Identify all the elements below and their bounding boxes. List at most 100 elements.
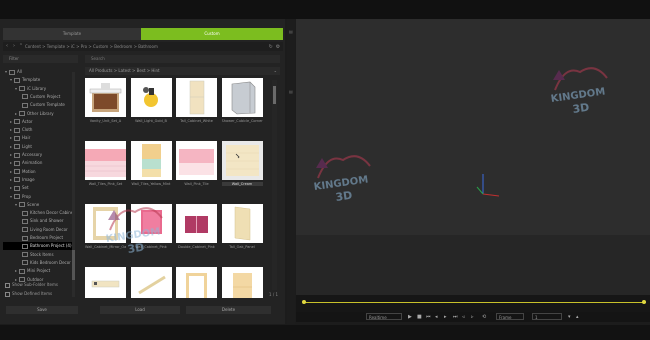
grid-scrollbar-thumb[interactable] (273, 86, 276, 104)
chevron-right-icon[interactable]: ▸ (10, 119, 12, 124)
tree-item[interactable]: ▾ Template (3, 76, 73, 84)
library-item[interactable]: Oak_Rail (130, 267, 172, 298)
tree-item[interactable]: Living Room Decor (3, 226, 73, 234)
tree-item[interactable]: Custom Project (3, 93, 73, 101)
chevron-down-icon[interactable]: ▾ (10, 77, 12, 82)
chevron-down-icon[interactable]: ▾ (15, 86, 17, 91)
tree-item[interactable]: ▸ Cloth (3, 126, 73, 134)
frame-dropdown[interactable]: Frame (496, 313, 524, 320)
chevron-down-icon[interactable]: ▾ (15, 202, 17, 207)
tree-item[interactable]: ▸ Animation (3, 159, 73, 167)
chevron-right-icon[interactable]: ▸ (10, 135, 12, 140)
sort-dropdown[interactable]: All Products > Latest > Best > Hint ⌄ (85, 67, 280, 75)
delete-button[interactable]: Delete (186, 306, 271, 314)
tree-item[interactable]: ▸ Light (3, 143, 73, 151)
option-show-subfolder[interactable]: Show Sub-Folder Items (5, 281, 58, 288)
tree-item[interactable]: Kids Bedroom Decor (3, 259, 73, 267)
next-frame-icon[interactable]: ▹ (471, 313, 474, 321)
tree-item[interactable]: ▸ Motion (3, 168, 73, 176)
tree-scrollbar-thumb[interactable] (72, 250, 75, 280)
tree-item[interactable]: Stock Items (3, 251, 73, 259)
tree-item-label: Custom Project (30, 93, 61, 99)
library-item[interactable]: Oak_Frame_B (176, 267, 217, 298)
chevron-right-icon[interactable]: ▸ (10, 169, 12, 174)
play-icon[interactable]: ▶ (408, 313, 412, 321)
tree-item[interactable]: ▾ iC Library (3, 85, 73, 93)
tree-item[interactable]: ▸ Image (3, 176, 73, 184)
stop-icon[interactable]: ■ (417, 313, 422, 321)
folder-icon (22, 227, 28, 233)
prev-key-icon[interactable]: ◂ (435, 313, 438, 321)
tree-item[interactable]: ▾ Prop (3, 193, 73, 201)
prev-frame-icon[interactable]: ◃ (462, 313, 465, 321)
tree-item[interactable]: ▸ Mini Project (3, 267, 73, 275)
tree-item[interactable]: Bathroom Project (4) (3, 242, 73, 251)
save-button[interactable]: Save (6, 306, 78, 314)
library-item[interactable]: Vanity_Unit_Set_A (85, 78, 126, 126)
tab-custom[interactable]: Custom (141, 28, 283, 40)
chevron-down-icon[interactable]: ▾ (5, 69, 7, 74)
library-item[interactable]: Oak_Shelf_A (85, 267, 126, 298)
option-show-defined[interactable]: Show Defined Items (5, 290, 52, 297)
tree-item[interactable]: ▸ Accessory (3, 151, 73, 159)
tree-item[interactable]: Kitchen Decor Cabinet (3, 209, 75, 217)
chevron-right-icon[interactable]: ▸ (10, 160, 12, 165)
settings-icon[interactable]: ⚙ (275, 44, 281, 50)
side-dock-tab[interactable]: ▤ ▤ (287, 19, 295, 324)
library-search-input[interactable]: Search (85, 55, 280, 63)
chevron-right-icon[interactable]: ▸ (15, 268, 17, 273)
tree-item[interactable]: Sink and Shower (3, 217, 73, 225)
tree-item[interactable]: ▸ Hair (3, 134, 73, 142)
folder-icon (14, 152, 21, 158)
load-button[interactable]: Load (100, 306, 180, 314)
loop-icon[interactable]: ⟲ (482, 313, 486, 321)
speed-dropdown[interactable]: Realtime (366, 313, 402, 320)
tree-item[interactable]: ▾ All (3, 68, 73, 76)
item-thumbnail (176, 78, 217, 117)
timeline-end-marker[interactable] (642, 300, 646, 304)
tree-item[interactable]: Bedroom Project (3, 234, 73, 242)
tab-template[interactable]: Template (3, 28, 141, 40)
spin-down-icon[interactable]: ▾ (568, 313, 571, 321)
tree-item[interactable]: ▸ Actor (3, 118, 73, 126)
library-item[interactable]: Shower_Cubicle_Corner (221, 78, 263, 126)
breadcrumb-path[interactable]: Content > Template > iC > Pro > Custom >… (25, 44, 158, 49)
first-frame-icon[interactable]: ⏮ (426, 313, 431, 321)
library-item[interactable]: Wall_Tiles_Pink_Set (85, 141, 126, 189)
grid-scrollbar[interactable] (272, 80, 277, 290)
timeline-start-marker[interactable] (302, 300, 306, 304)
tree-item[interactable]: ▸ Set (3, 184, 73, 192)
library-item[interactable]: Wall_Tiles_Yellow_Mint (130, 141, 172, 189)
item-label: Vanity_Unit_Set_A (89, 119, 122, 123)
tree-item[interactable]: ▸ Other Library (3, 110, 73, 118)
library-item[interactable]: Double_Cabinet_Pink (176, 204, 217, 252)
chevron-right-icon[interactable]: ▸ (15, 111, 17, 116)
chevron-right-icon[interactable]: ▸ (10, 152, 12, 157)
next-key-icon[interactable]: ▸ (444, 313, 447, 321)
tree-filter-dropdown[interactable]: Filter (3, 55, 78, 63)
frame-input[interactable]: 1 (532, 313, 562, 320)
chevron-right-icon[interactable]: ▸ (10, 185, 12, 190)
chevron-down-icon[interactable]: ▾ (10, 194, 12, 199)
library-item[interactable]: Wall_Cream (221, 141, 263, 189)
library-item[interactable]: Wall_Light_Gold_B (130, 78, 172, 126)
timeline[interactable] (296, 295, 650, 312)
panel-buttons: Save Load Delete (0, 304, 285, 316)
library-item[interactable]: Tall_Cabinet_White (176, 78, 217, 126)
folder-tree: ▾ All ▾ Template ▾ iC Library Custom Project … (3, 68, 78, 302)
spin-up-icon[interactable]: ▴ (576, 313, 579, 321)
library-item[interactable]: Tall_Oak_Panel (221, 204, 263, 252)
tree-item-label: Template (22, 77, 41, 83)
forward-icon[interactable]: › (11, 43, 17, 49)
chevron-right-icon[interactable]: ▸ (10, 144, 12, 149)
chevron-right-icon[interactable]: ▸ (10, 177, 12, 182)
tree-item-label: Kids Bedroom Decor (30, 259, 71, 265)
chevron-right-icon[interactable]: ▸ (10, 127, 12, 132)
last-frame-icon[interactable]: ⏭ (453, 313, 458, 321)
tree-item[interactable]: Custom Template (3, 101, 73, 109)
refresh-icon[interactable]: ↻ (268, 44, 274, 50)
tree-item[interactable]: ▾ Scene (3, 201, 73, 209)
library-item[interactable]: Wall_Pink_Tile (176, 141, 217, 189)
up-folder-icon[interactable]: ⌃ (18, 43, 24, 49)
back-icon[interactable]: ‹ (4, 43, 10, 49)
